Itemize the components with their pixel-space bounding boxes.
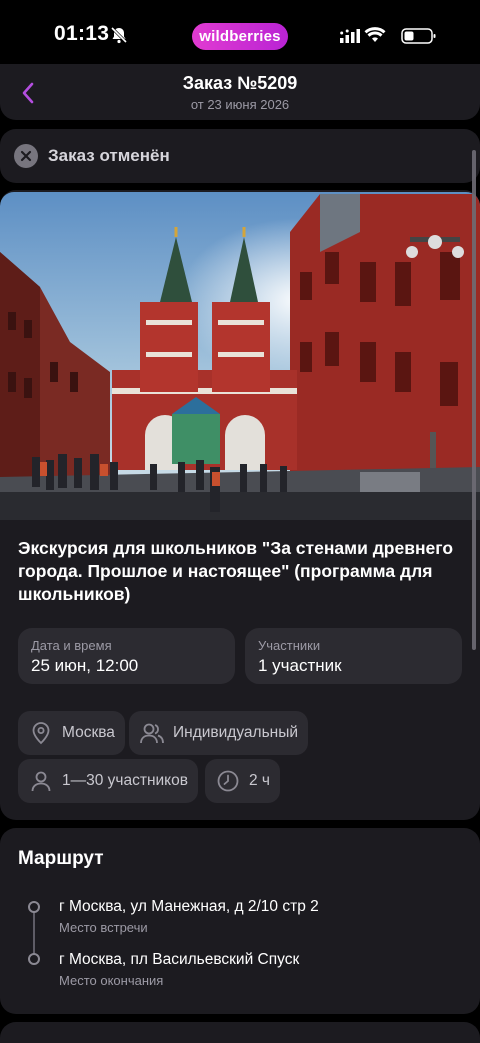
participants-label: Участники bbox=[258, 638, 321, 653]
people-icon bbox=[139, 720, 165, 746]
datetime-box: Дата и время 25 июн, 12:00 bbox=[18, 628, 235, 684]
location-pin-icon bbox=[28, 720, 54, 746]
status-bar: 01:13 wildberries bbox=[0, 0, 480, 70]
route-start-label: Место встречи bbox=[59, 920, 148, 935]
datetime-label: Дата и время bbox=[31, 638, 112, 653]
clock: 01:13 bbox=[54, 22, 110, 45]
order-status-card: Заказ отменён bbox=[0, 129, 480, 183]
order-header: Заказ №5209 от 23 июня 2026 bbox=[0, 64, 480, 120]
participants-value: 1 участник bbox=[258, 656, 342, 675]
chip-duration: 2 ч bbox=[205, 759, 281, 803]
order-date: от 23 июня 2026 bbox=[190, 97, 290, 112]
next-section-card bbox=[0, 1022, 480, 1043]
tour-title: Экскурсия для школьников "За стенами дре… bbox=[18, 538, 454, 604]
chip-group-size: 1—30 участников bbox=[18, 759, 198, 803]
bell-muted-icon bbox=[110, 26, 128, 44]
chip-city-text: Москва bbox=[62, 724, 115, 741]
chip-type: Индивидуальный bbox=[129, 711, 309, 755]
brand-pill: wildberries bbox=[192, 23, 288, 50]
route-end-dot bbox=[28, 953, 40, 965]
route-end-address[interactable]: г Москва, пл Васильевский Спуск bbox=[59, 951, 299, 969]
page-title: Заказ №5209 bbox=[182, 73, 298, 93]
clock-icon bbox=[215, 768, 241, 794]
route-start-address[interactable]: г Москва, ул Манежная, д 2/10 стр 2 bbox=[59, 898, 319, 916]
chip-type-text: Индивидуальный bbox=[173, 724, 299, 741]
person-icon bbox=[28, 768, 54, 794]
signal-wifi-battery-icons bbox=[340, 27, 436, 44]
datetime-value: 25 июн, 12:00 bbox=[31, 656, 139, 675]
route-end-label: Место окончания bbox=[59, 973, 164, 988]
route-title: Маршрут bbox=[18, 848, 104, 869]
scrollbar[interactable] bbox=[472, 150, 476, 650]
tour-photo[interactable] bbox=[0, 192, 480, 520]
order-status-text: Заказ отменён bbox=[48, 146, 170, 165]
chip-group-size-text: 1—30 участников bbox=[62, 772, 188, 789]
participants-box: Участники 1 участник bbox=[245, 628, 462, 684]
tour-card: Экскурсия для школьников "За стенами дре… bbox=[0, 190, 480, 820]
resurrection-gate-image bbox=[0, 192, 480, 520]
route-start-dot bbox=[28, 901, 40, 913]
chip-duration-text: 2 ч bbox=[249, 772, 271, 789]
route-card: Маршрут г Москва, ул Манежная, д 2/10 ст… bbox=[0, 828, 480, 1014]
cancel-icon bbox=[14, 144, 38, 168]
chip-city: Москва bbox=[18, 711, 125, 755]
